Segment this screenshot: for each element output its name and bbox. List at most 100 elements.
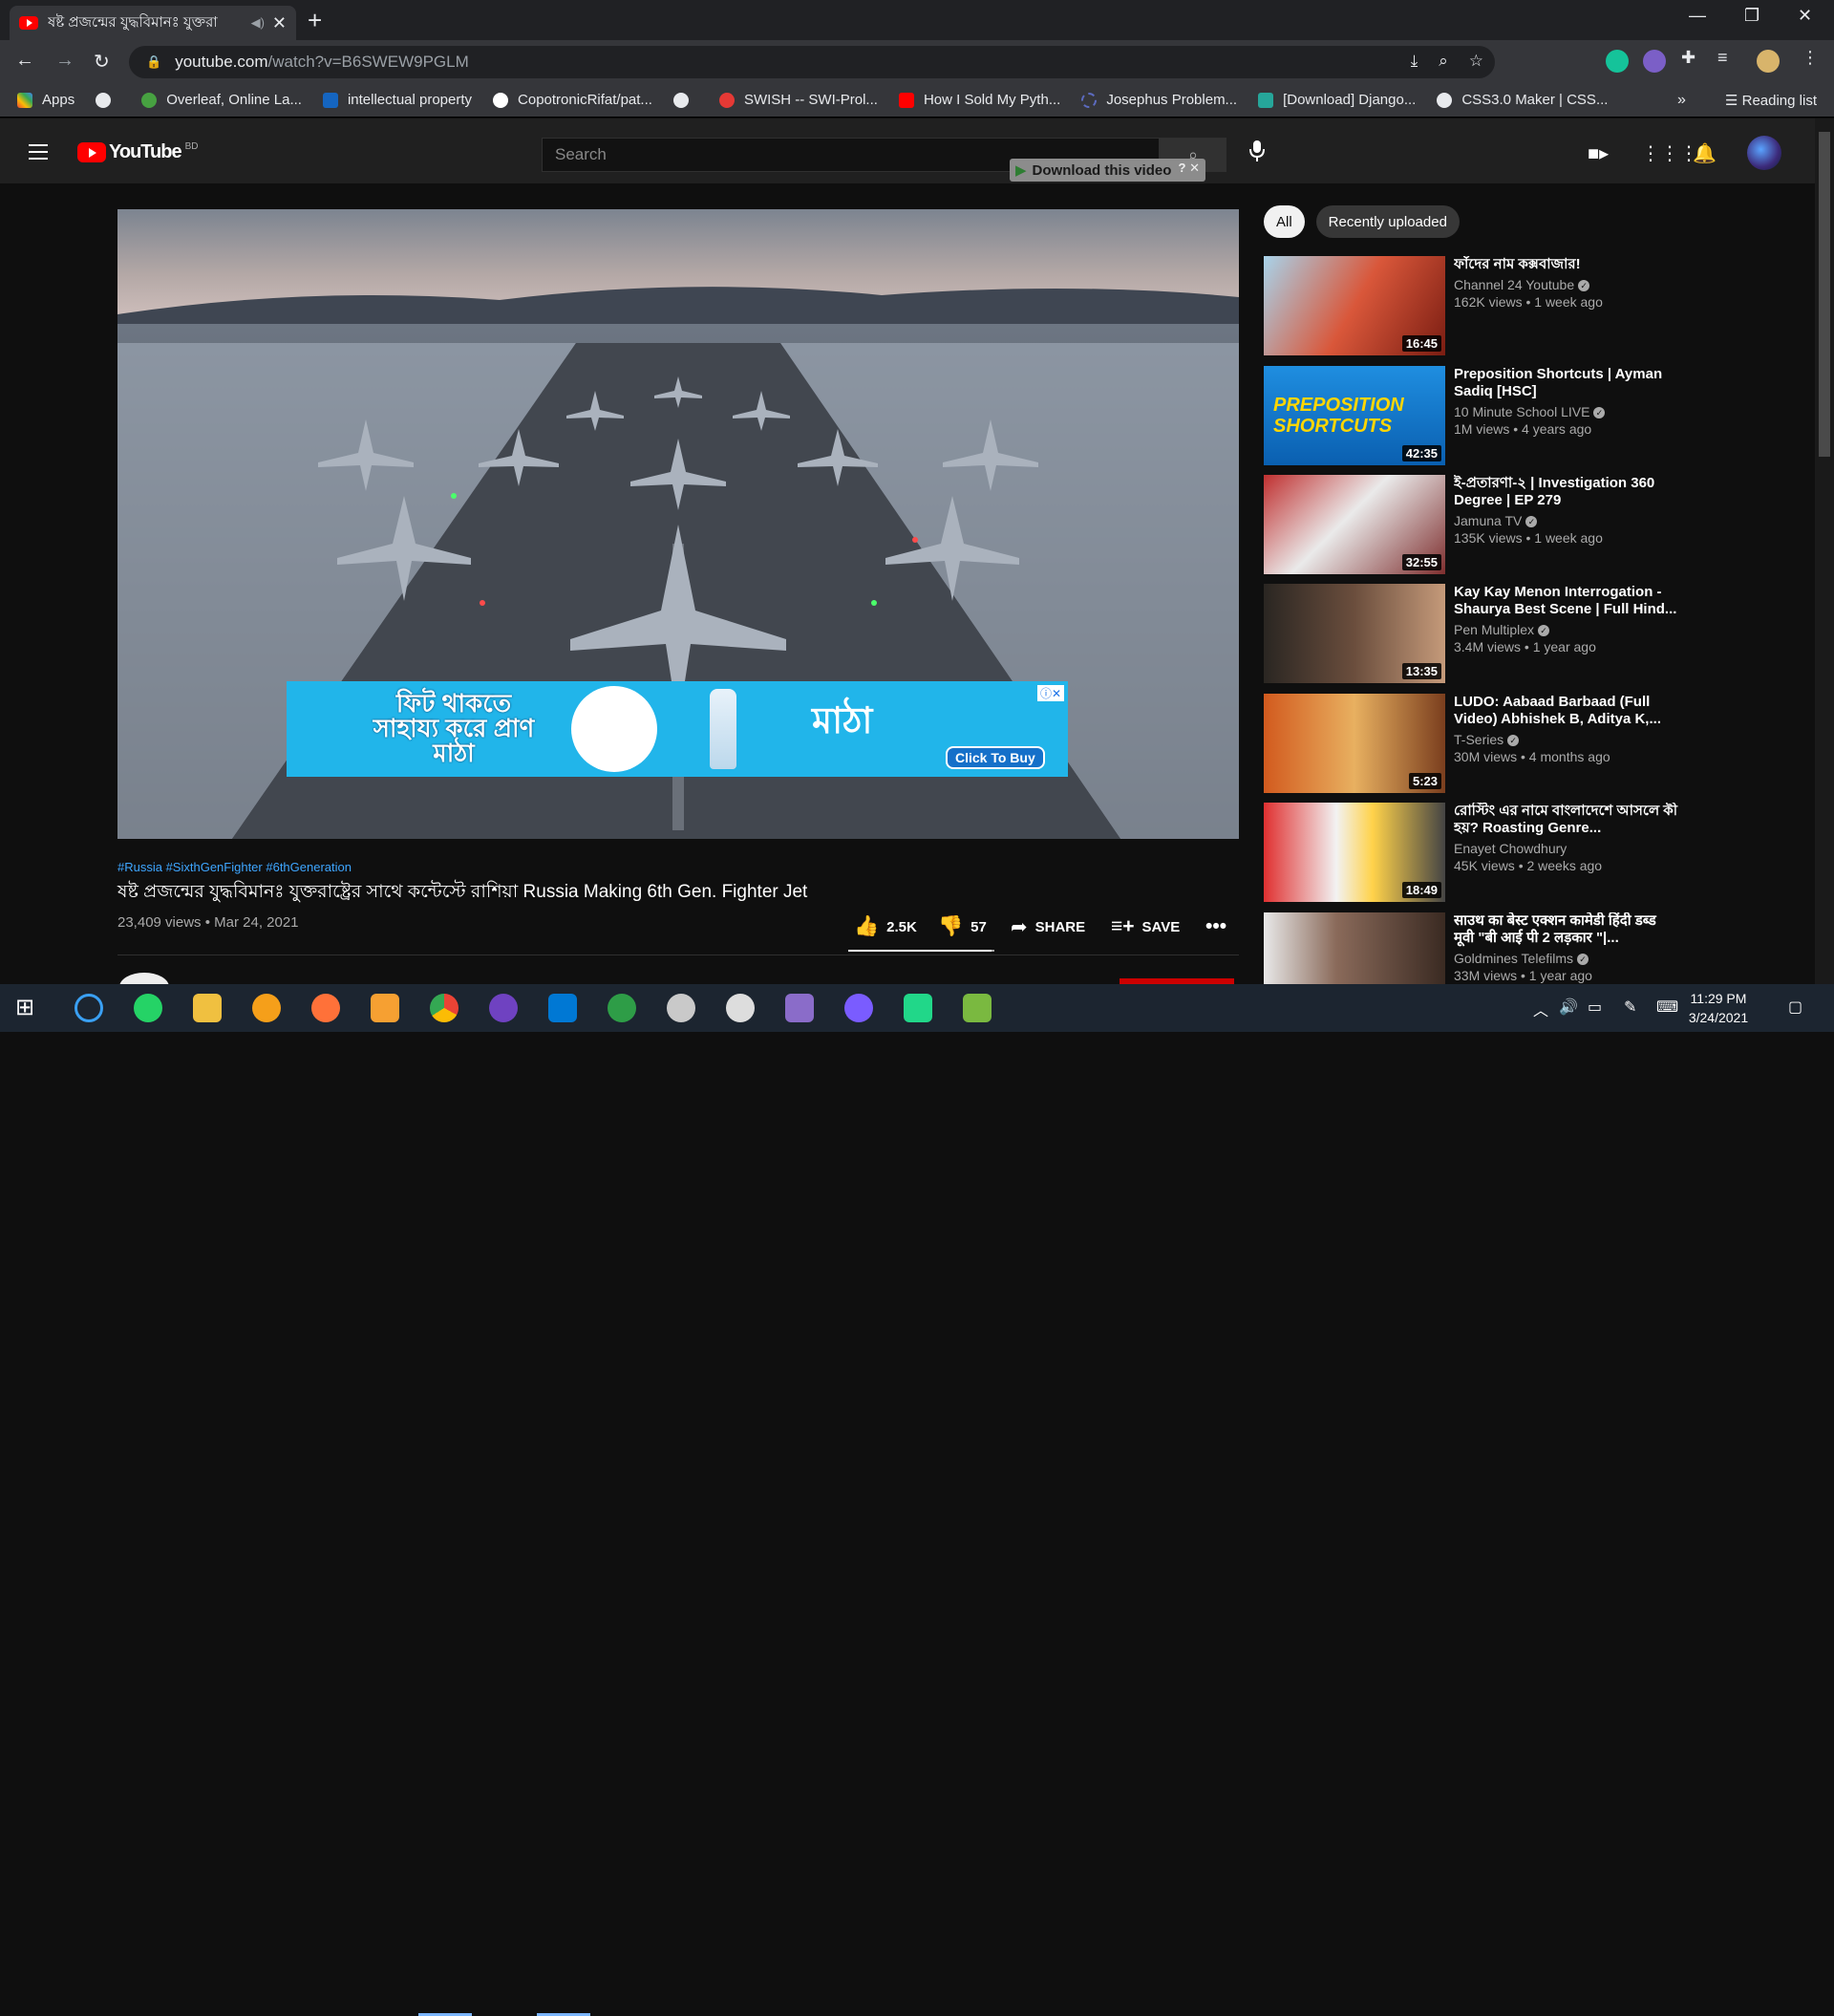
save-button[interactable]: ≡+ SAVE xyxy=(1111,915,1180,938)
microphone-icon[interactable] xyxy=(1248,139,1267,162)
bookmark-item[interactable]: intellectual property xyxy=(322,92,472,108)
notifications-bell-icon[interactable]: 🔔 xyxy=(1693,141,1717,165)
video-hashtags[interactable]: #Russia #SixthGenFighter #6thGeneration xyxy=(117,860,352,874)
browser-tab-active[interactable]: ষষ্ট প্রজন্মের যুদ্ধবিমানঃ যুক্তরা ◀) ✕ xyxy=(10,6,296,40)
install-icon[interactable]: ⤓ xyxy=(1411,52,1418,71)
grammarly-extension-icon[interactable] xyxy=(1606,50,1629,73)
video-thumbnail[interactable]: 32:55 xyxy=(1264,475,1445,574)
menu-icon[interactable] xyxy=(29,144,48,164)
recommended-video[interactable]: 13:35 Kay Kay Menon Interrogation - Shau… xyxy=(1264,584,1684,683)
search-icon[interactable] xyxy=(75,994,103,1022)
channel-name[interactable]: 10 Minute School LIVE xyxy=(1454,404,1589,419)
video-title[interactable]: রোস্টিং এর নামে বাংলাদেশে আসলে কী হয়? R… xyxy=(1454,803,1679,837)
lock-icon[interactable]: 🔒 xyxy=(146,54,161,70)
create-video-icon[interactable]: ■▸ xyxy=(1588,141,1609,165)
app-icon[interactable] xyxy=(726,994,755,1022)
pycharm-icon[interactable] xyxy=(904,994,932,1022)
chip-recently-uploaded[interactable]: Recently uploaded xyxy=(1315,205,1460,238)
window-close-icon[interactable]: ✕ xyxy=(1798,6,1812,26)
download-video-bar[interactable]: ▶ Download this video ? ✕ xyxy=(1010,159,1205,182)
video-title[interactable]: ফাঁদের নাম কক্সবাজার! xyxy=(1454,256,1679,273)
video-title[interactable]: Kay Kay Menon Interrogation - Shaurya Be… xyxy=(1454,584,1679,618)
media-queue-icon[interactable]: ≡ xyxy=(1717,48,1740,71)
reading-list-button[interactable]: ☰ Reading list xyxy=(1725,92,1817,109)
taskbar-clock[interactable]: 11:29 PM 3/24/2021 xyxy=(1681,989,1756,1027)
windows-start-icon[interactable]: ⊞ xyxy=(15,994,44,1022)
minimize-icon[interactable]: — xyxy=(1689,6,1706,26)
ad-banner[interactable]: ফিট থাকতে সাহায্য করে প্রাণ মাঠা মাঠা Cl… xyxy=(287,681,1068,777)
recommended-video[interactable]: साउथ का बेस्ट एक्शन कामेडी हिंदी डब्ड मू… xyxy=(1264,912,1684,984)
chrome-icon[interactable] xyxy=(430,994,458,1022)
account-avatar[interactable] xyxy=(1747,136,1781,170)
new-tab-button[interactable]: + xyxy=(308,8,322,32)
channel-name[interactable]: Goldmines Telefilms xyxy=(1454,951,1573,966)
channel-name[interactable]: T-Series xyxy=(1454,732,1503,747)
bookmark-item[interactable] xyxy=(96,92,120,108)
chip-all[interactable]: All xyxy=(1264,205,1305,238)
channel-name[interactable]: Pen Multiplex xyxy=(1454,622,1534,637)
extension-icon[interactable] xyxy=(1643,50,1666,73)
messenger-icon[interactable] xyxy=(844,994,873,1022)
keyboard-icon[interactable]: ⌨ xyxy=(1656,997,1678,1017)
video-title[interactable]: Preposition Shortcuts | Ayman Sadiq [HSC… xyxy=(1454,366,1679,400)
bookmark-item[interactable]: [Download] Django... xyxy=(1258,92,1416,108)
profile-avatar-icon[interactable] xyxy=(1757,50,1780,73)
video-thumbnail[interactable]: 18:49 xyxy=(1264,803,1445,902)
youtube-logo[interactable]: YouTube BD xyxy=(77,141,198,163)
recommended-video[interactable]: 32:55 ই-প্রতারণা-২ | Investigation 360 D… xyxy=(1264,475,1684,574)
more-bookmarks-icon[interactable]: » xyxy=(1677,92,1686,109)
video-title[interactable]: LUDO: Aabaad Barbaad (Full Video) Abhish… xyxy=(1454,694,1679,728)
recommended-video[interactable]: 18:49 রোস্টিং এর নামে বাংলাদেশে আসলে কী … xyxy=(1264,803,1684,902)
recommended-video[interactable]: 5:23 LUDO: Aabaad Barbaad (Full Video) A… xyxy=(1264,694,1684,793)
close-tab-icon[interactable]: ✕ xyxy=(272,13,287,33)
bookmark-item[interactable]: SWISH -- SWI-Prol... xyxy=(718,92,878,108)
back-icon[interactable]: ← xyxy=(15,50,34,72)
notifications-icon[interactable]: ▢ xyxy=(1788,997,1802,1017)
firefox-icon[interactable] xyxy=(311,994,340,1022)
volume-icon[interactable]: 🔊 xyxy=(1559,997,1578,1017)
share-button[interactable]: ➦ SHARE xyxy=(1011,915,1085,939)
address-bar[interactable]: 🔒 youtube.com/watch?v=B6SWEW9PGLM ⤓ ⌕ ☆ xyxy=(129,46,1495,78)
video-title[interactable]: साउथ का बेस्ट एक्शन कामेडी हिंदी डब्ड मू… xyxy=(1454,912,1679,947)
video-thumbnail[interactable]: PREPOSITION SHORTCUTS 42:35 xyxy=(1264,366,1445,465)
reload-icon[interactable]: ↻ xyxy=(94,50,110,74)
bookmark-item[interactable]: CSS3.0 Maker | CSS... xyxy=(1437,92,1608,108)
channel-name[interactable]: Enayet Chowdhury xyxy=(1454,841,1567,856)
video-thumbnail[interactable]: 13:35 xyxy=(1264,584,1445,683)
bookmark-item[interactable] xyxy=(672,92,698,108)
recommended-video[interactable]: PREPOSITION SHORTCUTS 42:35 Preposition S… xyxy=(1264,366,1684,465)
visual-studio-icon[interactable] xyxy=(785,994,814,1022)
bookmark-item[interactable]: Josephus Problem... xyxy=(1081,92,1237,108)
bookmark-item[interactable]: CopotronicRifat/pat... xyxy=(493,92,652,108)
app-icon[interactable] xyxy=(608,994,636,1022)
chrome-menu-icon[interactable]: ⋮ xyxy=(1802,48,1824,71)
video-thumbnail[interactable] xyxy=(1264,912,1445,984)
tray-chevron-icon[interactable]: ︿ xyxy=(1533,997,1548,1020)
video-title[interactable]: ই-প্রতারণা-২ | Investigation 360 Degree … xyxy=(1454,475,1679,509)
whatsapp-icon[interactable] xyxy=(134,994,162,1022)
bookmark-star-icon[interactable]: ☆ xyxy=(1469,52,1483,71)
recommended-video[interactable]: 16:45 ফাঁদের নাম কক্সবাজার! Channel 24 Y… xyxy=(1264,256,1684,355)
puzzle-extensions-icon[interactable]: ✚ xyxy=(1681,48,1704,71)
page-scrollbar[interactable] xyxy=(1815,118,1834,984)
restore-icon[interactable]: ❐ xyxy=(1744,6,1759,26)
pen-icon[interactable]: ✎ xyxy=(1624,997,1636,1017)
bookmark-item[interactable]: How I Sold My Pyth... xyxy=(898,92,1060,108)
channel-name[interactable]: Jamuna TV xyxy=(1454,513,1522,528)
network-icon[interactable]: ▭ xyxy=(1588,997,1602,1017)
ad-cta-button[interactable]: Click To Buy xyxy=(946,746,1045,769)
more-actions-button[interactable]: ••• xyxy=(1205,915,1234,938)
bookmark-item[interactable]: Apps xyxy=(17,92,75,108)
forward-icon[interactable]: → xyxy=(55,50,75,72)
scrollbar-thumb[interactable] xyxy=(1819,132,1830,457)
video-player[interactable]: ফিট থাকতে সাহায্য করে প্রাণ মাঠা মাঠা Cl… xyxy=(117,209,1239,839)
zoom-icon[interactable]: ⌕ xyxy=(1439,52,1448,71)
bookmark-item[interactable]: Overleaf, Online La... xyxy=(141,92,302,108)
close-icon[interactable]: ? ✕ xyxy=(1179,161,1200,176)
speaker-icon[interactable]: ◀) xyxy=(251,15,265,31)
like-button[interactable]: 👍 2.5K xyxy=(854,915,917,938)
app-icon[interactable] xyxy=(252,994,281,1022)
app-icon[interactable] xyxy=(963,994,992,1022)
video-thumbnail[interactable]: 16:45 xyxy=(1264,256,1445,355)
ad-close-icon[interactable]: ⓘ✕ xyxy=(1036,685,1064,701)
